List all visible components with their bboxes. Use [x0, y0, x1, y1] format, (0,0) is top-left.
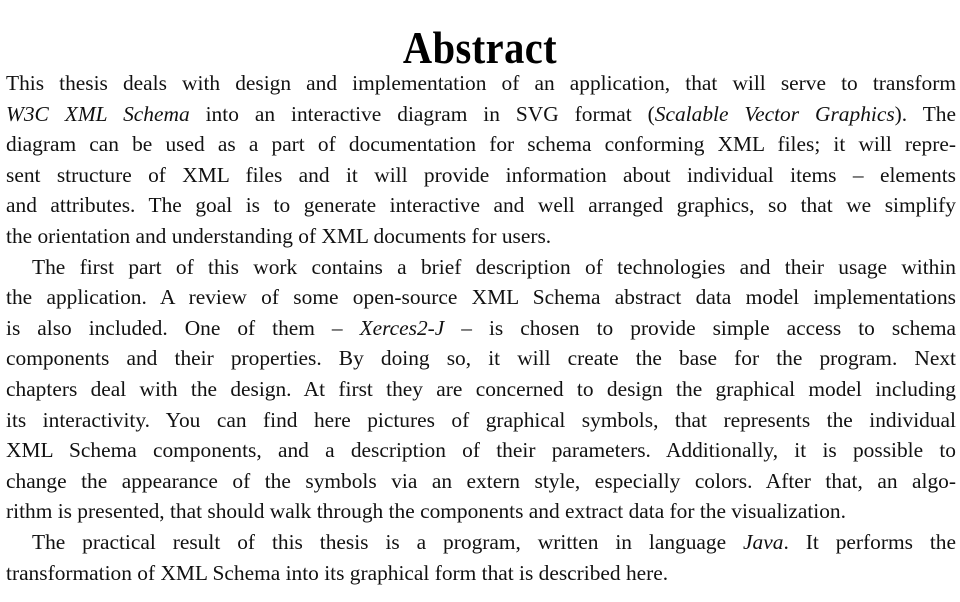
text-segment: diagram can be used as a part of documen… — [6, 132, 956, 157]
text-segment: rithm is presented, that should walk thr… — [6, 499, 846, 524]
paragraph: The first part of this work contains a b… — [6, 252, 956, 527]
page-title: Abstract — [402, 21, 558, 73]
text-segment: This thesis deals with design and implem… — [6, 71, 956, 95]
italic-term: W3C XML Schema — [6, 101, 190, 126]
text-segment: XML Schema components, and a description… — [6, 438, 956, 463]
paragraph: The practical result of this thesis is a… — [6, 527, 956, 588]
text-line: the application. A review of some open-s… — [6, 282, 956, 313]
text-line: This thesis deals with design and implem… — [6, 68, 956, 99]
text-segment: ). The — [894, 101, 956, 126]
text-line: sent structure of XML files and it will … — [6, 160, 956, 191]
text-line: its interactivity. You can find here pic… — [6, 405, 956, 436]
text-line: rithm is presented, that should walk thr… — [6, 496, 956, 527]
text-segment: transformation of XML Schema into its gr… — [6, 560, 669, 585]
text-line: transformation of XML Schema into its gr… — [6, 558, 956, 589]
text-line: The practical result of this thesis is a… — [6, 527, 956, 558]
text-segment: – is chosen to provide simple access to … — [444, 315, 956, 340]
text-segment: . It performs the — [783, 529, 956, 554]
paragraph: This thesis deals with design and implem… — [6, 68, 956, 252]
text-segment: sent structure of XML files and it will … — [6, 162, 956, 187]
text-segment: chapters deal with the design. At first … — [6, 376, 956, 401]
text-segment: components and their properties. By doin… — [6, 346, 956, 371]
text-segment: The first part of this work contains a b… — [32, 254, 956, 279]
text-segment: its interactivity. You can find here pic… — [6, 407, 956, 432]
text-segment: The practical result of this thesis is a… — [32, 529, 744, 554]
text-line: change the appearance of the symbols via… — [6, 466, 956, 497]
abstract-body: This thesis deals with design and implem… — [6, 68, 956, 588]
text-line: and attributes. The goal is to generate … — [6, 190, 956, 221]
text-line: chapters deal with the design. At first … — [6, 374, 956, 405]
text-segment: the orientation and understanding of XML… — [6, 223, 552, 248]
text-line: the orientation and understanding of XML… — [6, 221, 956, 252]
text-line: diagram can be used as a part of documen… — [6, 129, 956, 160]
text-line: is also included. One of them – Xerces2-… — [6, 313, 956, 344]
italic-term: Scalable Vector Graphics — [654, 101, 895, 126]
text-segment: into an interactive diagram in SVG forma… — [189, 101, 655, 126]
italic-term: Java — [743, 529, 784, 554]
text-segment: change the appearance of the symbols via… — [6, 468, 956, 493]
text-segment: the application. A review of some open-s… — [6, 285, 956, 310]
text-line: components and their properties. By doin… — [6, 343, 956, 374]
text-segment: and attributes. The goal is to generate … — [6, 193, 956, 218]
text-line: The first part of this work contains a b… — [6, 252, 956, 283]
italic-term: Xerces2-J — [359, 315, 445, 340]
text-segment: is also included. One of them – — [6, 315, 360, 340]
text-line: XML Schema components, and a description… — [6, 435, 956, 466]
text-line: W3C XML Schema into an interactive diagr… — [6, 99, 956, 130]
